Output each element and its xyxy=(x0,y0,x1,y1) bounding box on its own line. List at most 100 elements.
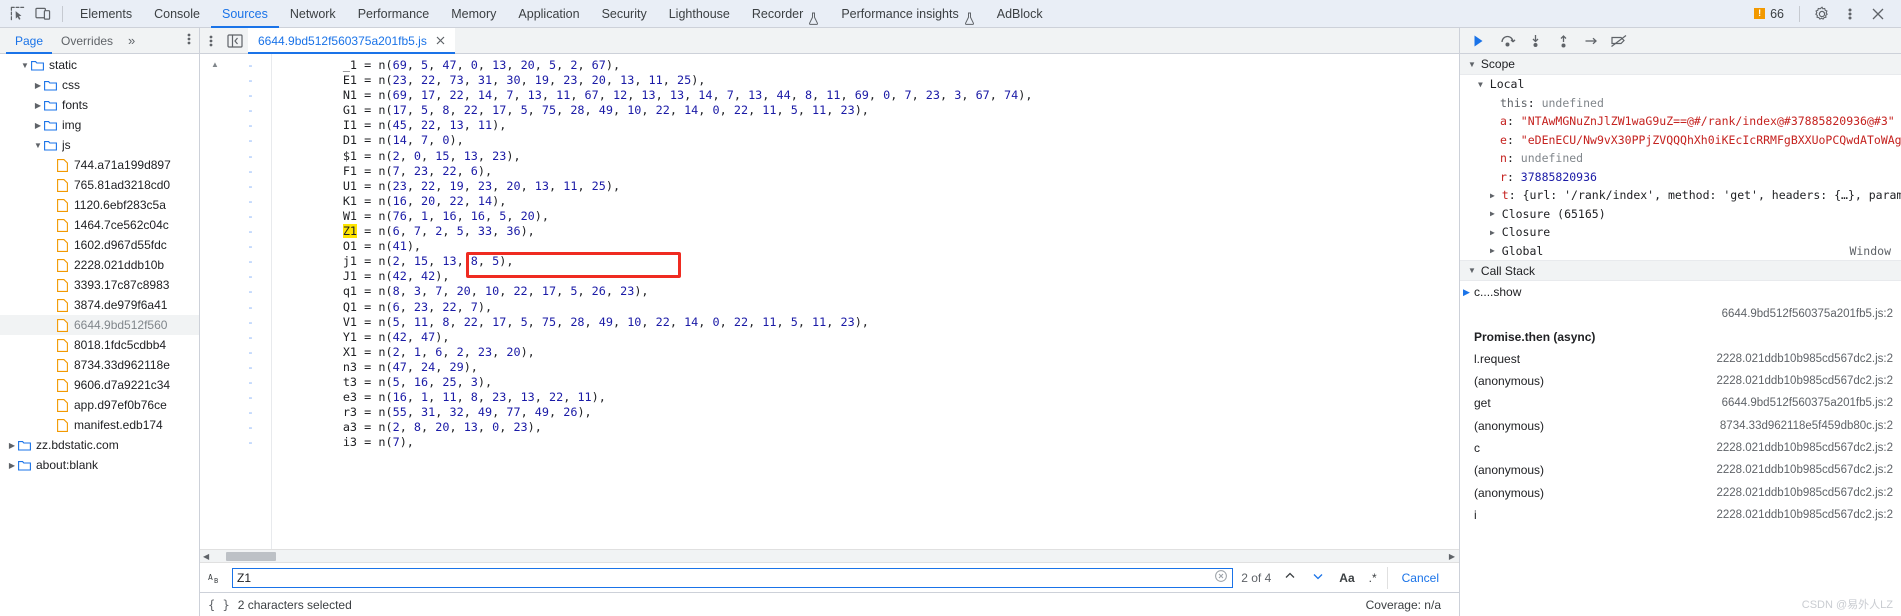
code-line[interactable]: J1 = n(42, 42), xyxy=(286,269,1459,284)
tree-folder-item[interactable]: ▼ static xyxy=(0,55,199,75)
scope-closure-row[interactable]: ▶ Global Window xyxy=(1460,242,1901,261)
close-icon[interactable] xyxy=(1865,1,1891,27)
code-line[interactable]: t3 = n(5, 16, 25, 3), xyxy=(286,375,1459,390)
code-line[interactable]: $1 = n(2, 0, 15, 13, 23), xyxy=(286,149,1459,164)
code-line[interactable]: n3 = n(47, 24, 29), xyxy=(286,360,1459,375)
inspect-cursor-icon[interactable] xyxy=(4,1,30,27)
fold-column[interactable]: ▲ xyxy=(200,54,230,549)
call-stack-frame[interactable]: (anonymous) 2228.021ddb10b985cd567dc2.js:… xyxy=(1460,481,1901,503)
code-line[interactable]: r3 = n(55, 31, 32, 49, 77, 49, 26), xyxy=(286,405,1459,420)
kebab-menu-icon[interactable] xyxy=(179,32,199,49)
tree-folder-item[interactable]: ▶ about:blank xyxy=(0,455,199,475)
tab-memory[interactable]: Memory xyxy=(440,0,507,28)
tree-file-item[interactable]: 6644.9bd512f560 xyxy=(0,315,199,335)
chevron-down-icon[interactable] xyxy=(1307,569,1329,586)
editor-horizontal-scrollbar[interactable]: ◀ ▶ xyxy=(200,549,1459,562)
deactivate-breakpoints-icon[interactable] xyxy=(1606,29,1632,53)
tree-file-item[interactable]: 8018.1fdc5cdbb4 xyxy=(0,335,199,355)
step-out-icon[interactable] xyxy=(1550,29,1576,53)
step-icon[interactable] xyxy=(1578,29,1604,53)
device-toolbar-icon[interactable] xyxy=(30,1,56,27)
call-stack-frame[interactable]: (anonymous) 2228.021ddb10b985cd567dc2.js:… xyxy=(1460,459,1901,481)
chevron-right-icon[interactable]: ▶ xyxy=(32,101,44,110)
close-icon[interactable] xyxy=(436,34,445,48)
code-line[interactable]: G1 = n(17, 5, 8, 22, 17, 5, 75, 28, 49, … xyxy=(286,103,1459,118)
code-line[interactable]: N1 = n(69, 17, 22, 14, 7, 13, 11, 67, 12… xyxy=(286,88,1459,103)
step-into-icon[interactable] xyxy=(1522,29,1548,53)
scroll-right-arrow-icon[interactable]: ▶ xyxy=(1446,552,1459,561)
scope-variable-row[interactable]: r: 37885820936 xyxy=(1460,168,1901,187)
tree-folder-item[interactable]: ▼ js xyxy=(0,135,199,155)
scope-variable-row[interactable]: e: "eDEnECU/Nw9vX30PPjZVQQQhXh0iKEcIcRRM… xyxy=(1460,131,1901,150)
chevron-down-icon[interactable]: ▼ xyxy=(1478,80,1483,89)
file-tree[interactable]: ▼ static ▶ css ▶ fonts ▶ img ▼ js 744.a71a199d897 7… xyxy=(0,54,199,616)
scope-variable-row[interactable]: ▶ t: {url: '/rank/index', method: 'get',… xyxy=(1460,186,1901,205)
tree-folder-item[interactable]: ▶ fonts xyxy=(0,95,199,115)
code-line[interactable]: a3 = n(2, 8, 20, 13, 0, 23), xyxy=(286,420,1459,435)
show-navigator-icon[interactable] xyxy=(222,33,248,48)
tree-folder-item[interactable]: ▶ zz.bdstatic.com xyxy=(0,435,199,455)
code-line[interactable]: e3 = n(16, 1, 11, 8, 23, 13, 22, 11), xyxy=(286,390,1459,405)
code-line[interactable]: K1 = n(16, 20, 22, 14), xyxy=(286,194,1459,209)
tree-file-item[interactable]: manifest.edb174 xyxy=(0,415,199,435)
tree-file-item[interactable]: 1602.d967d55fdc xyxy=(0,235,199,255)
tree-file-item[interactable]: 2228.021ddb10b xyxy=(0,255,199,275)
code-line[interactable]: F1 = n(7, 23, 22, 6), xyxy=(286,164,1459,179)
call-stack-frame-location[interactable]: 6644.9bd512f560375a201fb5.js:2 xyxy=(1460,303,1901,325)
match-case-toggle[interactable]: Aa xyxy=(1335,571,1358,585)
tab-lighthouse[interactable]: Lighthouse xyxy=(658,0,741,28)
tab-adblock[interactable]: AdBlock xyxy=(986,0,1054,28)
call-stack-frame[interactable]: get 6644.9bd512f560375a201fb5.js:2 xyxy=(1460,392,1901,414)
code-line[interactable]: U1 = n(23, 22, 19, 23, 20, 13, 11, 25), xyxy=(286,179,1459,194)
tab-application[interactable]: Application xyxy=(507,0,590,28)
scope-variable-row[interactable]: n: undefined xyxy=(1460,149,1901,168)
collapse-caret-icon[interactable]: ▲ xyxy=(211,60,219,69)
scroll-left-arrow-icon[interactable]: ◀ xyxy=(200,552,212,561)
call-stack-frame[interactable]: (anonymous) 2228.021ddb10b985cd567dc2.js:… xyxy=(1460,370,1901,392)
chevron-right-icon[interactable]: ▶ xyxy=(6,461,18,470)
code-line[interactable]: I1 = n(45, 22, 13, 11), xyxy=(286,118,1459,133)
call-stack-frame[interactable]: (anonymous) 8734.33d962118e5f459db80c.js:… xyxy=(1460,414,1901,436)
call-stack-frame[interactable]: l.request 2228.021ddb10b985cd567dc2.js:2 xyxy=(1460,348,1901,370)
gear-icon[interactable] xyxy=(1809,1,1835,27)
tree-file-item[interactable]: 3393.17c87c8983 xyxy=(0,275,199,295)
tab-performance[interactable]: Performance xyxy=(347,0,441,28)
navigator-more-tabs-icon[interactable]: » xyxy=(122,33,141,48)
tree-file-item[interactable]: 8734.33d962118e xyxy=(0,355,199,375)
clear-input-icon[interactable] xyxy=(1210,570,1232,585)
tab-sources[interactable]: Sources xyxy=(211,0,279,28)
chevron-right-icon[interactable]: ▶ xyxy=(6,441,18,450)
tab-network[interactable]: Network xyxy=(279,0,347,28)
chevron-right-icon[interactable]: ▶ xyxy=(1490,191,1495,200)
scope-variable-row[interactable]: this: undefined xyxy=(1460,94,1901,113)
tab-performance-insights[interactable]: Performance insights xyxy=(830,0,985,28)
kebab-menu-icon[interactable] xyxy=(200,34,222,48)
cancel-button[interactable]: Cancel xyxy=(1388,571,1453,585)
chevron-down-icon[interactable]: ▼ xyxy=(32,141,44,150)
tab-elements[interactable]: Elements xyxy=(69,0,143,28)
editor-tab-file[interactable]: 6644.9bd512f560375a201fb5.js xyxy=(248,27,455,54)
tree-file-item[interactable]: 744.a71a199d897 xyxy=(0,155,199,175)
chevron-down-icon[interactable]: ▼ xyxy=(1468,60,1476,69)
tree-file-item[interactable]: 765.81ad3218cd0 xyxy=(0,175,199,195)
debugger-content[interactable]: ▼ Scope ▼ Local this: undefined a: "NTAwMGNu… xyxy=(1460,54,1901,616)
code-line[interactable]: j1 = n(2, 15, 13, 8, 5), xyxy=(286,254,1459,269)
code-line[interactable]: E1 = n(23, 22, 73, 31, 30, 19, 23, 20, 1… xyxy=(286,73,1459,88)
pretty-print-braces-icon[interactable]: { } xyxy=(208,598,230,612)
chevron-right-icon[interactable]: ▶ xyxy=(32,121,44,130)
chevron-down-icon[interactable]: ▼ xyxy=(19,61,31,70)
resume-script-icon[interactable] xyxy=(1466,29,1492,53)
code-line[interactable]: _1 = n(69, 5, 47, 0, 13, 20, 5, 2, 67), xyxy=(286,58,1459,73)
tree-file-item[interactable]: 1464.7ce562c04c xyxy=(0,215,199,235)
call-stack-frame[interactable]: ▶ c....show xyxy=(1460,281,1901,303)
code-line[interactable]: Q1 = n(6, 23, 22, 7), xyxy=(286,300,1459,315)
tab-console[interactable]: Console xyxy=(143,0,211,28)
code-line[interactable]: Z1 = n(6, 7, 2, 5, 33, 36), xyxy=(286,224,1459,239)
scope-variable-row[interactable]: a: "NTAwMGNuZnJlZW1waG9uZ==@#/rank/index… xyxy=(1460,112,1901,131)
tree-file-item[interactable]: app.d97ef0b76ce xyxy=(0,395,199,415)
chevron-right-icon[interactable]: ▶ xyxy=(1490,246,1495,255)
chevron-down-icon[interactable]: ▼ xyxy=(1468,266,1476,275)
code-content[interactable]: _1 = n(69, 5, 47, 0, 13, 20, 5, 2, 67), … xyxy=(272,54,1459,549)
navigator-tab-page[interactable]: Page xyxy=(6,28,52,54)
tab-recorder[interactable]: Recorder xyxy=(741,0,830,28)
